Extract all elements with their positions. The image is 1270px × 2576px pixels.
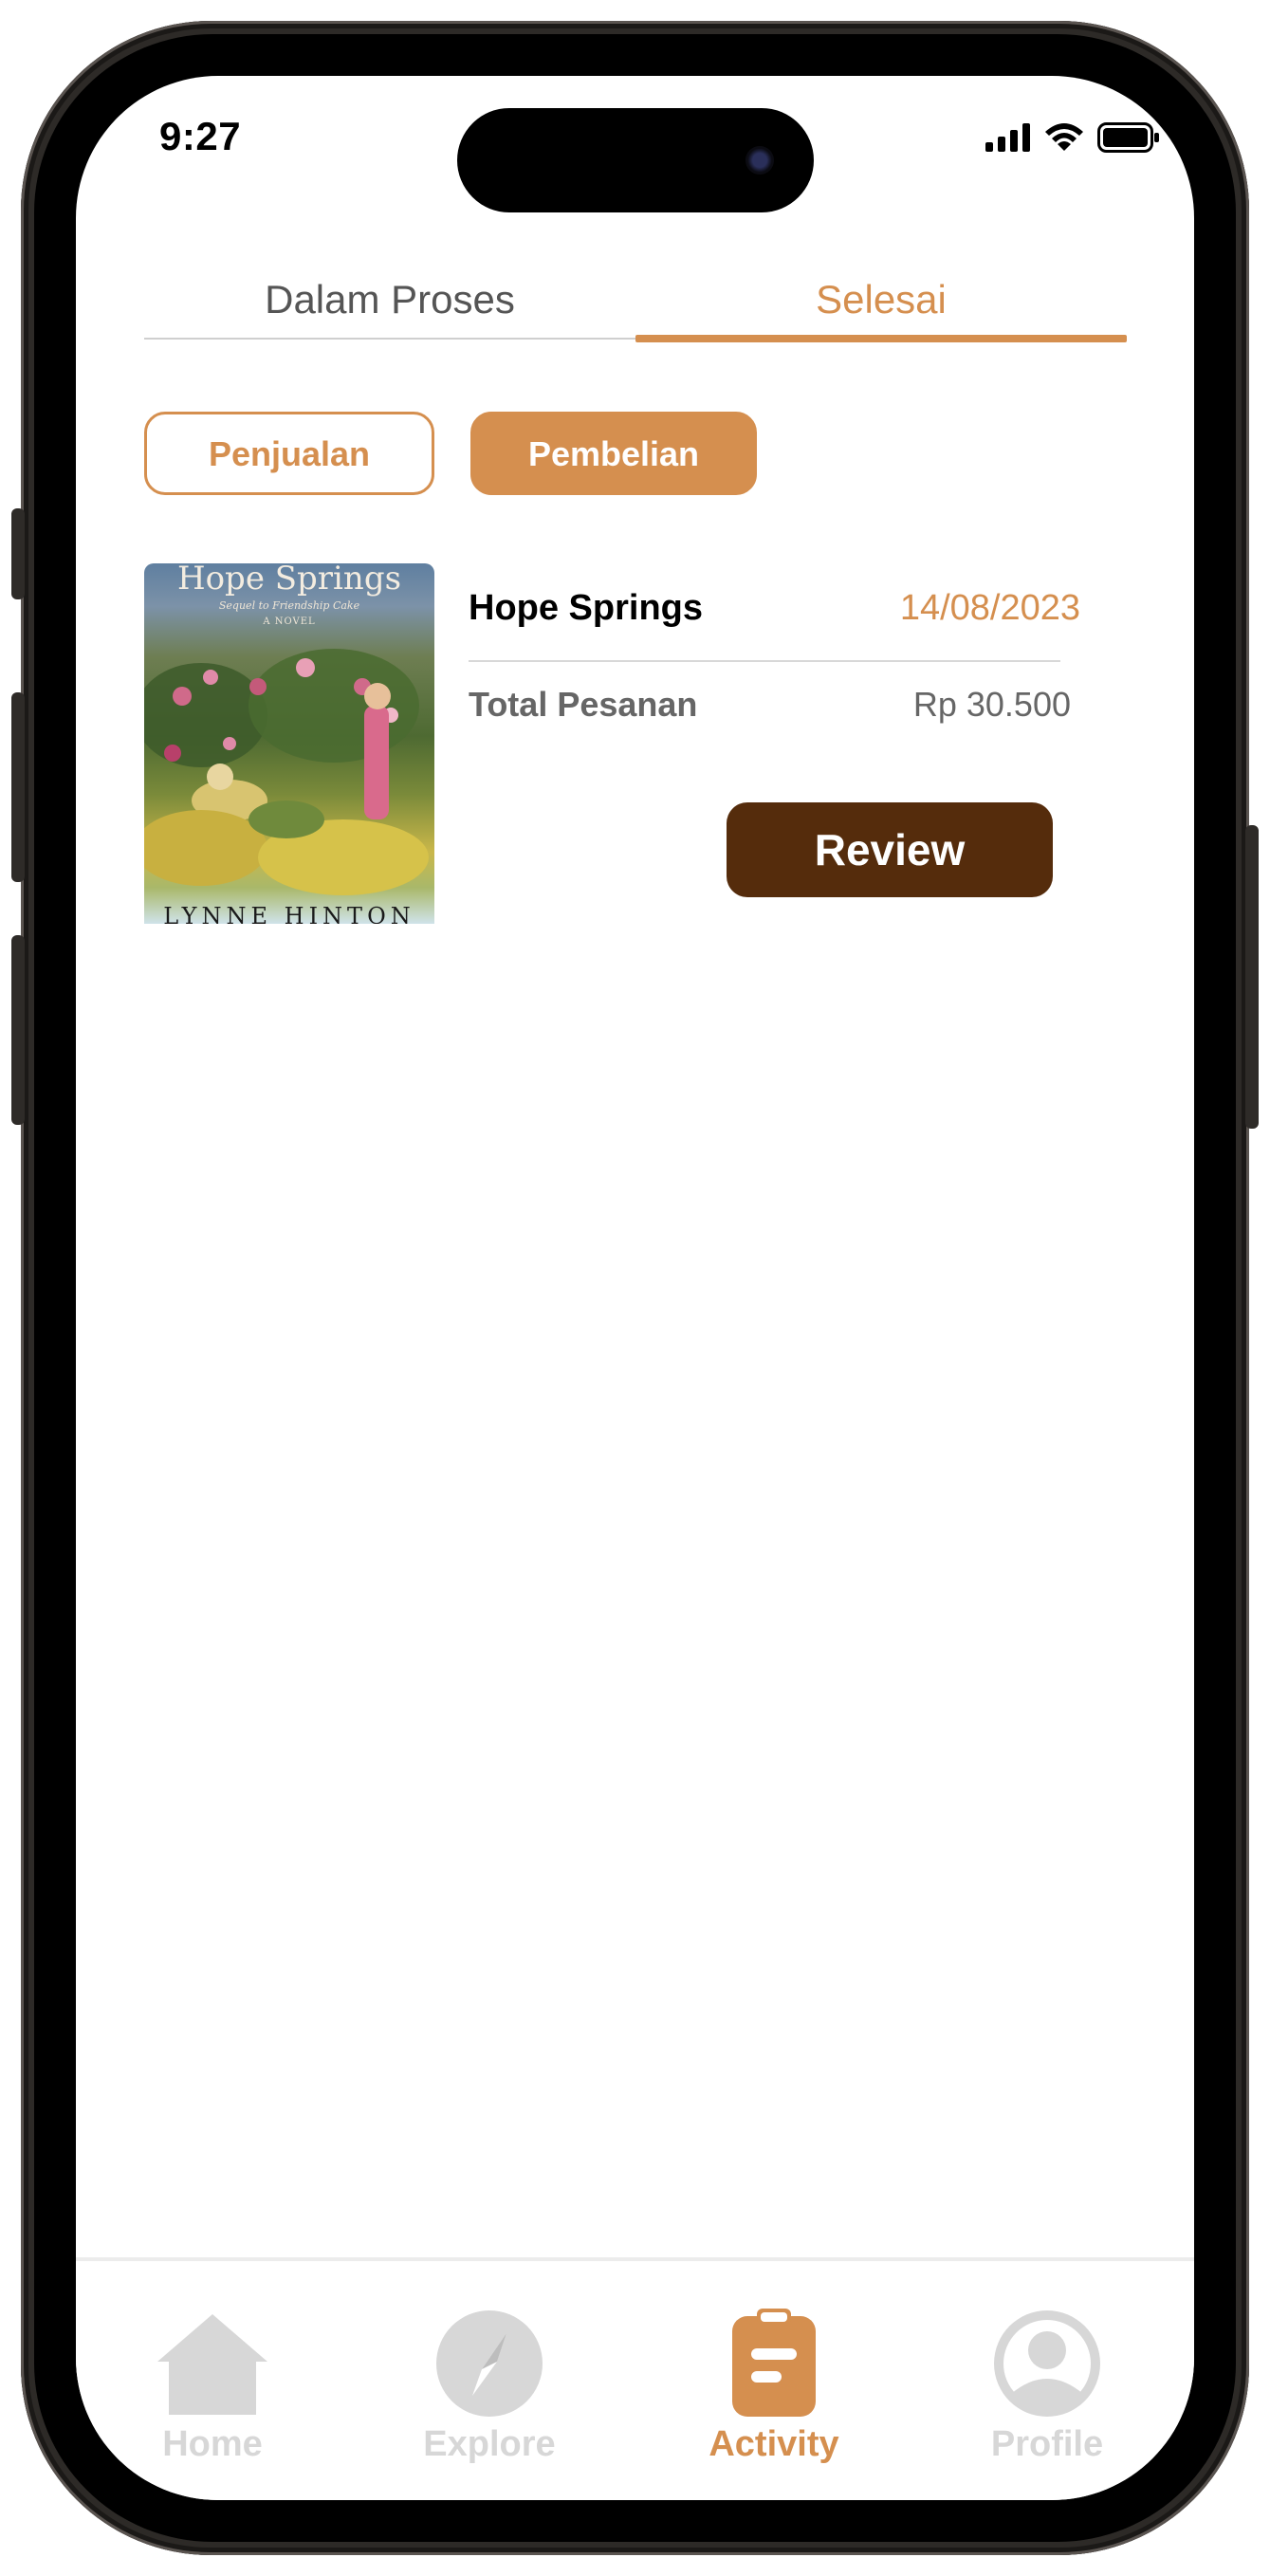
- power-button: [1245, 825, 1259, 1129]
- bottom-nav: Home Explore Activity Profile: [76, 2257, 1194, 2500]
- total-pesanan-label: Total Pesanan: [469, 685, 698, 724]
- dynamic-island: [457, 108, 814, 212]
- order-book-title: Hope Springs: [469, 588, 704, 628]
- nav-profile[interactable]: Profile: [962, 2309, 1132, 2465]
- home-icon: [157, 2314, 267, 2415]
- nav-activity[interactable]: Activity: [689, 2309, 859, 2465]
- nav-home-label: Home: [162, 2424, 263, 2464]
- book-cover-image[interactable]: Hope Springs Sequel to Friendship Cake A…: [144, 563, 434, 924]
- tab-dalam-proses[interactable]: Dalam Proses: [144, 262, 635, 338]
- wifi-icon: [1045, 123, 1083, 151]
- review-button[interactable]: Review: [727, 802, 1053, 897]
- nav-explore[interactable]: Explore: [404, 2309, 575, 2465]
- volume-down-button: [11, 935, 25, 1125]
- cover-title: Hope Springs: [176, 563, 402, 598]
- cover-subtitle: Sequel to Friendship Cake: [218, 599, 360, 612]
- filter-penjualan-button[interactable]: Penjualan: [144, 412, 434, 495]
- nav-activity-label: Activity: [709, 2424, 839, 2464]
- screen: 9:27 Dalam Proses Selesai Penjualan Pemb…: [76, 76, 1194, 2500]
- cover-author: LYNNE HINTON: [163, 903, 415, 924]
- nav-home[interactable]: Home: [127, 2309, 298, 2465]
- order-divider: [469, 660, 1060, 662]
- status-icons: [985, 121, 1160, 154]
- camera-icon: [745, 146, 774, 175]
- clipboard-icon: [732, 2309, 816, 2417]
- status-tabs: Dalam Proses Selesai: [144, 262, 1127, 342]
- nav-explore-label: Explore: [423, 2424, 556, 2464]
- tab-selesai[interactable]: Selesai: [635, 262, 1127, 338]
- order-date: 14/08/2023: [899, 588, 1080, 628]
- status-time: 9:27: [159, 114, 242, 158]
- signal-icon: [985, 123, 1030, 152]
- battery-icon: [1097, 122, 1159, 153]
- profile-icon: [994, 2310, 1100, 2417]
- volume-up-button: [11, 692, 25, 882]
- compass-icon: [436, 2310, 543, 2417]
- active-tab-indicator: [635, 335, 1127, 342]
- nav-profile-label: Profile: [990, 2424, 1104, 2464]
- cover-novel-tag: A NOVEL: [263, 616, 316, 627]
- filter-pembelian-button[interactable]: Pembelian: [470, 412, 757, 495]
- total-pesanan-value: Rp 30.500: [912, 685, 1071, 724]
- mute-switch: [11, 508, 25, 599]
